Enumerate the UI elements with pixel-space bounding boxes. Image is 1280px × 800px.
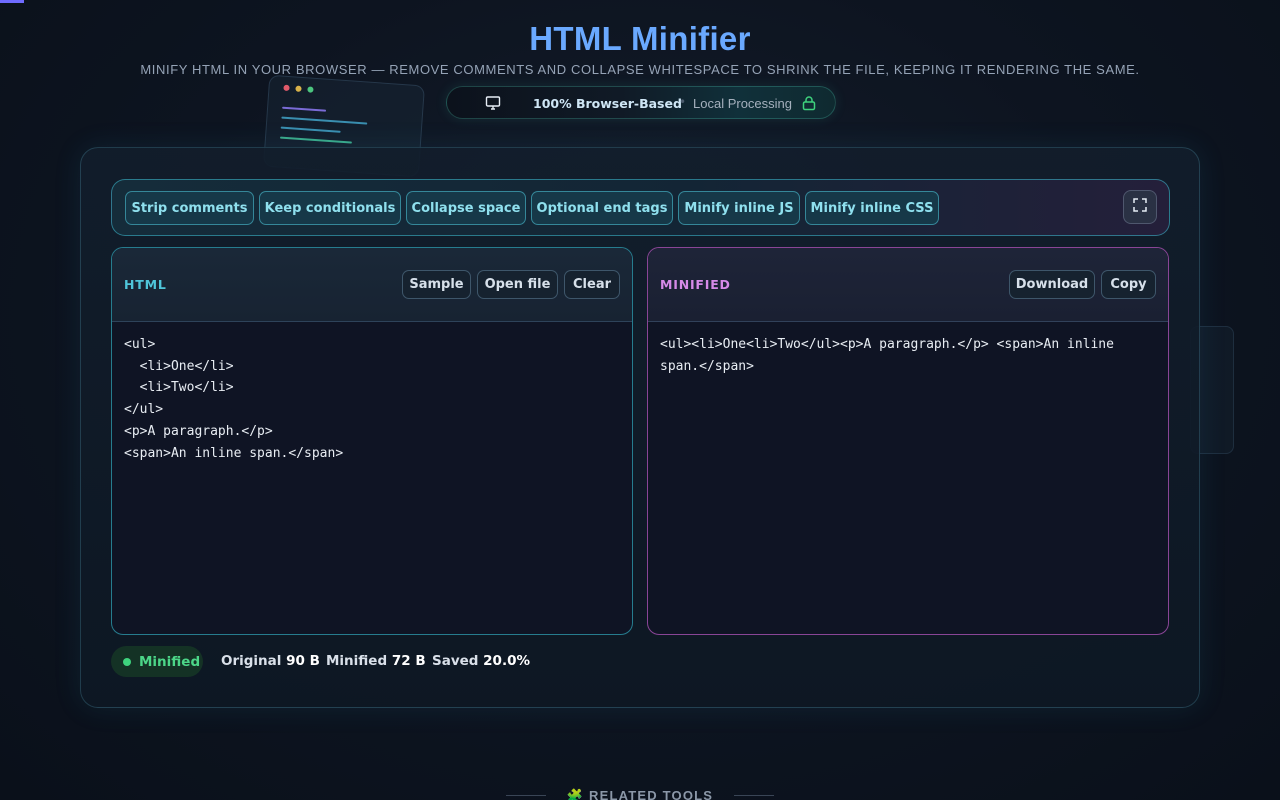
original-size-value: 90 B [286,653,320,669]
html-pane-header: HTML Sample Open file Clear [112,248,632,322]
status-badge: Minified [111,646,203,677]
download-button[interactable]: Download [1009,270,1095,299]
lock-icon [801,95,817,114]
minified-pane-header: MINIFIED Download Copy [648,248,1168,322]
minified-output[interactable]: <ul><li>One<li>Two</ul><p>A paragraph.</… [660,334,1156,377]
divider [506,795,546,796]
minified-size-value: 72 B [391,653,426,669]
copy-button[interactable]: Copy [1101,270,1156,299]
option-collapse-space[interactable]: Collapse space [406,191,526,225]
original-size: Original 90 B [221,653,320,669]
option-strip-comments[interactable]: Strip comments [125,191,254,225]
minified-size: Minified 72 B [326,653,426,669]
divider [734,795,774,796]
expand-icon [1132,197,1148,217]
status-bar: Minified Original 90 B Minified 72 B Sav… [111,646,711,678]
status-dot-icon [123,657,131,666]
sample-button[interactable]: Sample [402,270,471,299]
saved-size-value: 20.0% [483,653,530,669]
monitor-icon [485,95,501,114]
option-optional-end-tags[interactable]: Optional end tags [531,191,673,225]
minified-pane-label: MINIFIED [660,277,731,292]
options-toolbar: Strip comments Keep conditionals Collaps… [111,179,1170,236]
fullscreen-button[interactable] [1123,190,1157,224]
original-size-label: Original [221,653,282,669]
open-file-button[interactable]: Open file [477,270,558,299]
corner-accent [0,0,24,3]
related-tools-heading: 🧩 RELATED TOOLS [0,788,1280,800]
saved-size: Saved 20.0% [432,653,530,669]
html-input-textarea[interactable]: <ul> <li>One</li> <li>Two</li> </ul> <p>… [124,334,620,464]
option-minify-inline-js[interactable]: Minify inline JS [678,191,800,225]
related-tools-label: RELATED TOOLS [589,788,714,800]
html-input-pane: HTML Sample Open file Clear <ul> <li>One… [111,247,633,635]
option-keep-conditionals[interactable]: Keep conditionals [259,191,401,225]
clear-button[interactable]: Clear [564,270,620,299]
window-dots [283,84,314,93]
badge-strong-text: 100% Browser-Based [533,96,682,111]
minified-size-label: Minified [326,653,388,669]
minified-output-pane: MINIFIED Download Copy <ul><li>One<li>Tw… [647,247,1169,635]
saved-size-label: Saved [432,653,479,669]
html-pane-label: HTML [124,277,167,292]
page-title: HTML Minifier [529,20,751,57]
option-minify-inline-css[interactable]: Minify inline CSS [805,191,939,225]
minifier-panel: Strip comments Keep conditionals Collaps… [80,147,1200,708]
status-text: Minified [139,653,201,670]
badge-local-processing: Local Processing [693,96,792,111]
page-subtitle: MINIFY HTML IN YOUR BROWSER — REMOVE COM… [140,62,1140,77]
puzzle-icon: 🧩 [566,788,585,800]
browser-based-badge: 100% Browser-Based • Local Processing [446,86,836,119]
badge-separator: • [679,95,687,109]
